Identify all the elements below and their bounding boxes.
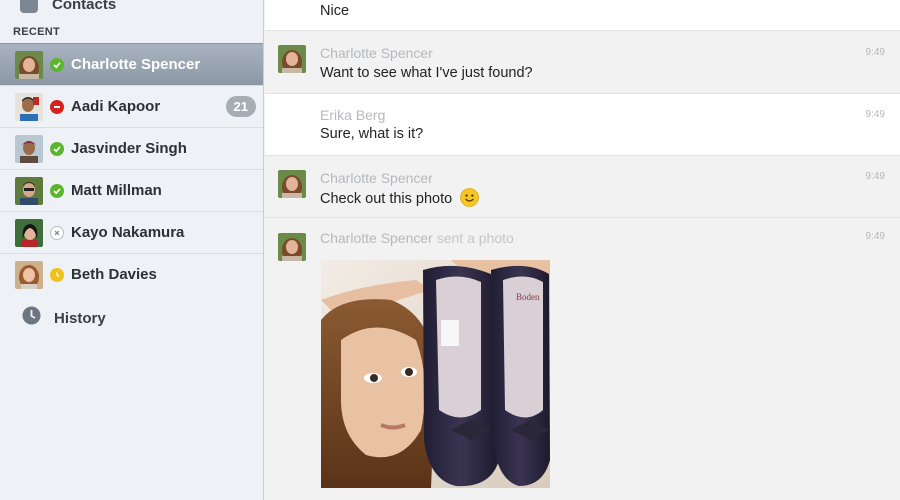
smiley-emoji-icon (460, 188, 480, 207)
contact-name: Matt Millman (71, 182, 162, 199)
clock-icon (22, 306, 41, 330)
contacts-nav-item[interactable]: Contacts (0, 0, 263, 16)
sidebar: Contacts RECENT Charlotte Spencer Aadi K… (0, 0, 264, 500)
avatar (15, 260, 43, 289)
contact-item-kayo-nakamura[interactable]: Kayo Nakamura (0, 211, 263, 253)
message-text-line: Check out this photo (320, 188, 480, 207)
contact-name: Beth Davies (71, 266, 157, 283)
chat-message: Erika Berg 9:49 Sure, what is it? (265, 94, 900, 156)
busy-status-icon (50, 99, 64, 114)
avatar (15, 176, 43, 205)
unread-count-badge: 21 (225, 96, 256, 117)
message-sender: Charlotte Spencer (320, 45, 433, 61)
avatar (278, 45, 306, 73)
contact-name: Jasvinder Singh (71, 140, 187, 157)
message-timestamp: 9:49 (865, 47, 885, 58)
contact-name: Charlotte Spencer (71, 56, 201, 73)
message-text: Nice (320, 3, 350, 19)
contact-item-beth-davies[interactable]: Beth Davies (0, 253, 263, 295)
contact-item-jasvinder-singh[interactable]: Jasvinder Singh (0, 127, 263, 169)
contacts-icon (20, 0, 38, 13)
chat-message: Charlotte Spencer 9:49 Want to see what … (265, 31, 900, 94)
chat-message: Charlotte Spencer 9:49 Check out this ph… (265, 156, 900, 218)
history-nav-item[interactable]: History (0, 297, 263, 339)
message-text: Check out this photo (320, 191, 453, 207)
contact-name: Kayo Nakamura (71, 224, 185, 241)
online-status-icon (50, 183, 64, 198)
message-sender-suffix: sent a photo (436, 230, 514, 246)
message-timestamp: 9:49 (865, 171, 885, 182)
contact-item-aadi-kapoor[interactable]: Aadi Kapoor 21 (0, 85, 263, 127)
avatar (15, 134, 43, 163)
online-status-icon (50, 57, 64, 72)
chat-message: Nice (265, 0, 900, 31)
contact-item-charlotte-spencer[interactable]: Charlotte Spencer (0, 43, 263, 85)
photo-attachment[interactable]: Boden (321, 260, 550, 488)
avatar (15, 50, 43, 79)
message-sender: Charlotte Spencer (320, 230, 433, 246)
history-label: History (54, 309, 106, 327)
online-status-icon (50, 141, 64, 156)
message-sender-line: Charlotte Spencer sent a photo (320, 230, 514, 246)
offline-status-icon (50, 225, 64, 240)
svg-text:Boden: Boden (516, 292, 540, 302)
contact-name: Aadi Kapoor (71, 98, 161, 115)
chat-panel[interactable]: Nice Charlotte Spencer 9:49 Want to see … (265, 0, 900, 500)
contacts-label: Contacts (52, 0, 117, 13)
message-sender: Charlotte Spencer (320, 170, 433, 186)
avatar (278, 170, 306, 198)
message-text: Sure, what is it? (320, 126, 424, 142)
recent-section-label: RECENT (13, 26, 61, 38)
message-timestamp: 9:49 (865, 231, 885, 242)
avatar (15, 92, 43, 121)
avatar (278, 233, 306, 261)
avatar (15, 218, 43, 247)
message-text: Want to see what I've just found? (320, 65, 533, 81)
message-timestamp: 9:49 (865, 109, 885, 120)
away-status-icon (50, 267, 64, 282)
message-sender: Erika Berg (320, 107, 386, 123)
contact-item-matt-millman[interactable]: Matt Millman (0, 169, 263, 211)
